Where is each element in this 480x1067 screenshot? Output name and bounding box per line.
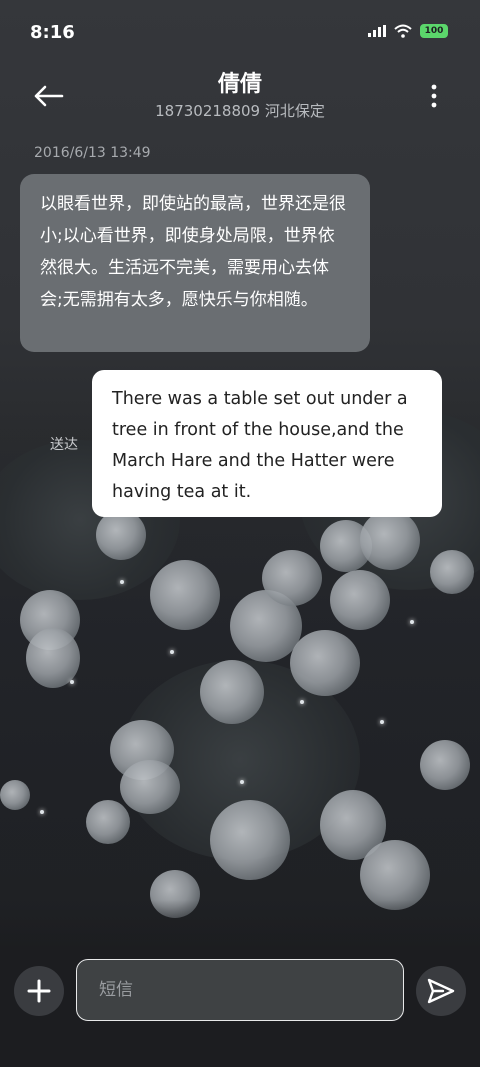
status-bar: 8:16 100 (0, 0, 480, 66)
contact-number-location: 18730218809 河北保定 (155, 102, 325, 120)
contact-name: 倩倩 (217, 72, 262, 97)
add-attachment-button[interactable] (14, 966, 64, 1016)
conversation-header: 倩倩 18730218809 河北保定 (0, 66, 480, 136)
message-timestamp: 2016/6/13 13:49 (34, 145, 151, 161)
message-input[interactable]: 短信 (76, 959, 404, 1021)
status-time: 8:16 (30, 22, 75, 43)
wifi-icon (394, 24, 412, 38)
composer-bar: 短信 (0, 952, 480, 1032)
send-button[interactable] (416, 966, 466, 1016)
status-icons: 100 (368, 24, 448, 38)
signal-icon (368, 25, 386, 37)
outgoing-message-bubble[interactable]: There was a table set out under a tree i… (92, 370, 442, 517)
more-vertical-icon (431, 84, 437, 108)
send-icon (427, 978, 455, 1004)
more-options-button[interactable] (422, 76, 446, 116)
delivery-status: 送达 (50, 437, 78, 453)
plus-icon (27, 979, 51, 1003)
incoming-message-bubble[interactable]: 以眼看世界，即使站的最高，世界还是很小;以心看世界，即使身处局限，世界依然很大。… (20, 174, 370, 352)
battery-icon: 100 (420, 24, 448, 38)
